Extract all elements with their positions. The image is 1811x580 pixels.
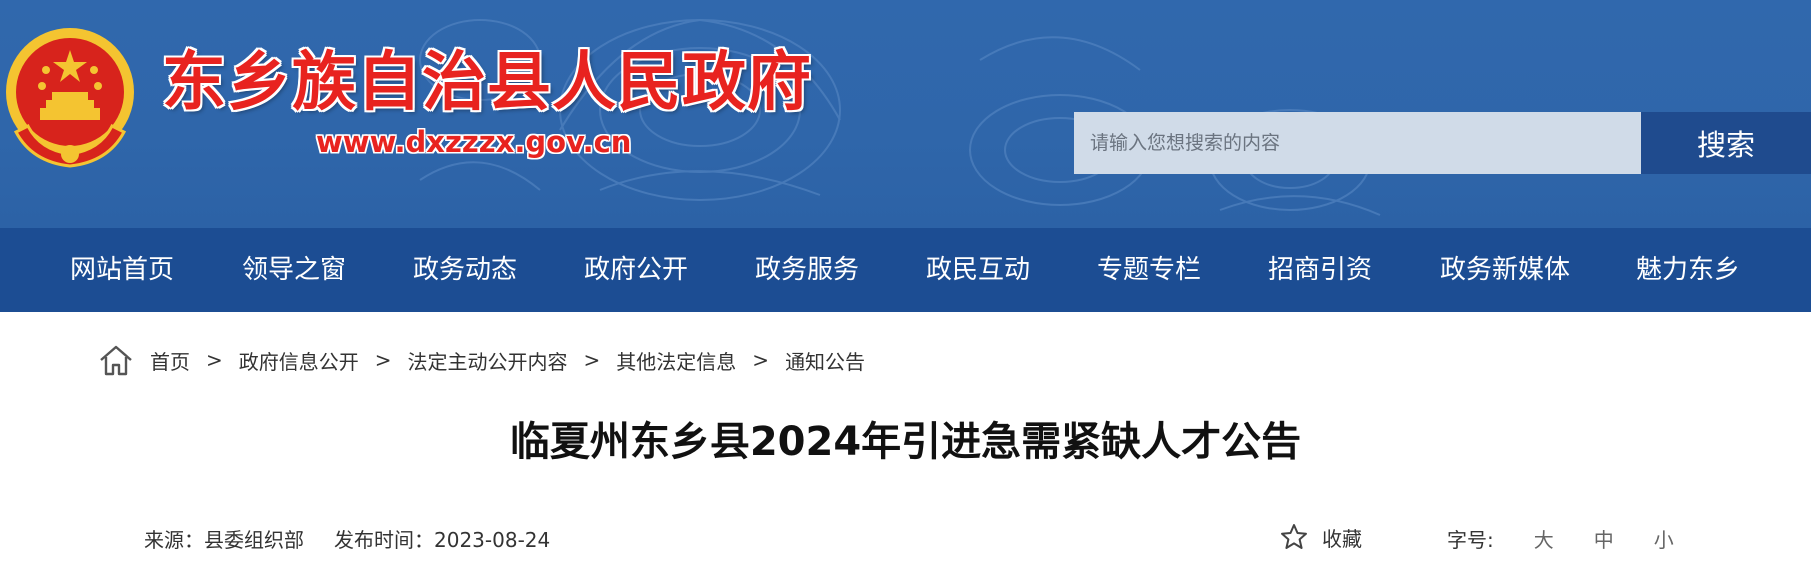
national-emblem-icon <box>6 28 134 168</box>
breadcrumb-notices[interactable]: 通知公告 <box>785 346 865 375</box>
article-meta: 来源：县委组织部 发布时间：2023-08-24 <box>144 522 550 554</box>
nav-item-services[interactable]: 政务服务 <box>755 228 859 312</box>
breadcrumb-other-info[interactable]: 其他法定信息 <box>616 346 736 375</box>
site-url: www.dxzzzx.gov.cn <box>316 125 632 159</box>
nav-item-news[interactable]: 政务动态 <box>413 228 517 312</box>
nav-item-charm[interactable]: 魅力东乡 <box>1636 228 1740 312</box>
site-banner: 东乡族自治县人民政府 www.dxzzzx.gov.cn 搜索 <box>0 0 1811 228</box>
breadcrumb-home[interactable]: 首页 <box>150 346 190 375</box>
nav-item-new-media[interactable]: 政务新媒体 <box>1440 228 1570 312</box>
breadcrumb-separator: > <box>583 348 601 372</box>
breadcrumb-gov-info[interactable]: 政府信息公开 <box>239 346 359 375</box>
star-icon <box>1281 524 1307 549</box>
font-size-medium[interactable]: 中 <box>1594 524 1614 553</box>
breadcrumb-separator: > <box>752 348 770 372</box>
favorite-button[interactable]: 收藏 <box>1280 520 1362 554</box>
search-input[interactable] <box>1074 112 1641 174</box>
nav-item-investment[interactable]: 招商引资 <box>1268 228 1372 312</box>
font-size-control: 字号: 大 中 小 <box>1447 522 1674 554</box>
nav-item-home[interactable]: 网站首页 <box>70 228 174 312</box>
breadcrumb: 首页 > 政府信息公开 > 法定主动公开内容 > 其他法定信息 > 通知公告 <box>98 340 865 380</box>
nav-item-leaders[interactable]: 领导之窗 <box>242 228 346 312</box>
breadcrumb-separator: > <box>206 348 223 372</box>
font-size-label: 字号: <box>1447 527 1494 552</box>
favorite-label: 收藏 <box>1322 526 1362 551</box>
breadcrumb-separator: > <box>374 348 392 372</box>
font-size-large[interactable]: 大 <box>1534 524 1554 553</box>
article-title: 临夏州东乡县2024年引进急需紧缺人才公告 <box>509 419 1302 465</box>
search-button[interactable]: 搜索 <box>1641 112 1811 174</box>
site-title: 东乡族自治县人民政府 <box>162 46 812 120</box>
breadcrumb-statutory-content[interactable]: 法定主动公开内容 <box>408 346 568 375</box>
article-source: 来源：县委组织部 <box>144 527 304 552</box>
nav-item-interaction[interactable]: 政民互动 <box>926 228 1030 312</box>
home-icon[interactable] <box>98 343 134 377</box>
nav-item-disclosure[interactable]: 政府公开 <box>584 228 688 312</box>
article-publish-time: 发布时间：2023-08-24 <box>334 527 551 552</box>
main-nav: 网站首页 领导之窗 政务动态 政府公开 政务服务 政民互动 专题专栏 招商引资 … <box>0 228 1811 312</box>
font-size-small[interactable]: 小 <box>1654 524 1674 553</box>
nav-item-topics[interactable]: 专题专栏 <box>1097 228 1201 312</box>
